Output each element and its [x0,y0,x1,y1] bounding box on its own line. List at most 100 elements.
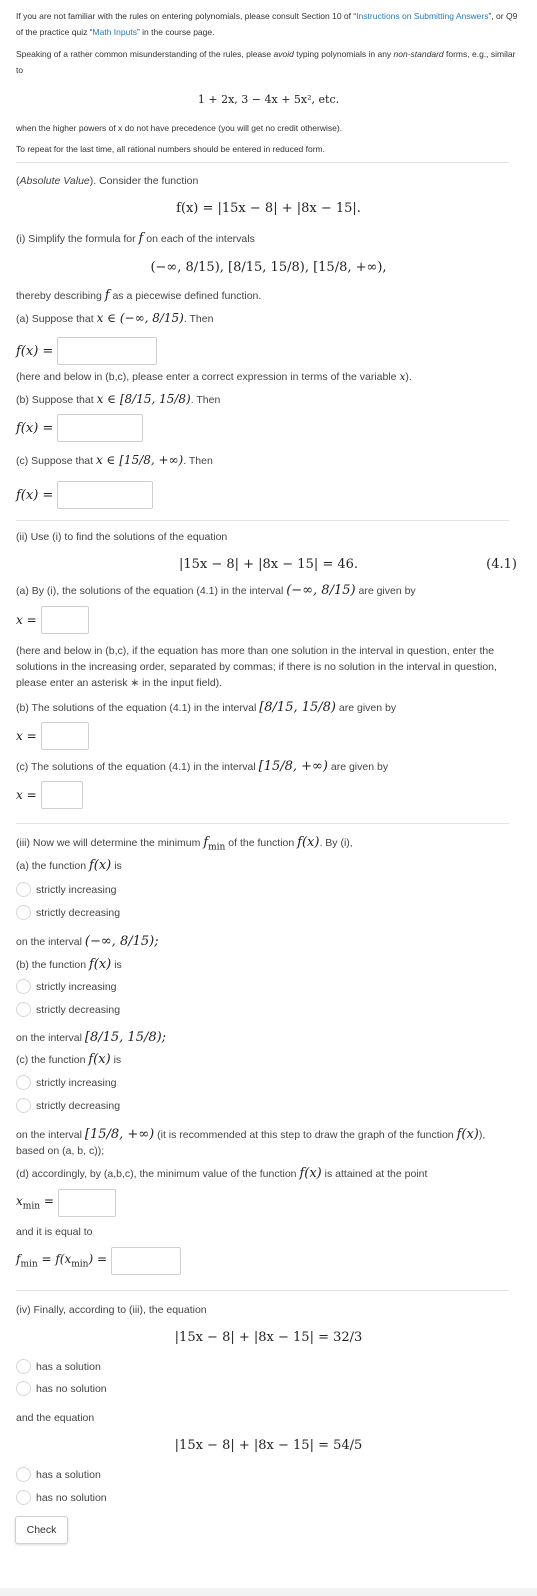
fmin-input[interactable] [111,1247,182,1275]
a-text: (a) the function [16,860,87,872]
part2-c-label: (c) The solutions of the equation (4.1) … [16,760,388,774]
radio-button[interactable] [16,979,31,994]
then-text: . Then [183,313,214,325]
fmin-end: ) = [88,1252,108,1267]
option-label: has a solution [36,1360,101,1373]
problem-header-rest: ). Consider the function [89,175,199,187]
radio-button[interactable] [16,1490,31,1505]
part2-b-input[interactable] [40,722,89,750]
divider [16,1290,509,1291]
option-label: strictly decreasing [36,1003,121,1016]
radio-button[interactable] [16,1098,31,1113]
part3-b-label: (b) the function f(x) is [16,958,122,972]
intro-p2-avoid: avoid [273,49,294,59]
a-interval: (−∞, 8/15) [286,583,356,598]
part3-b-interval: on the interval [8/15, 15/8); [16,1031,166,1045]
example-polynomials: 1 + 2x, 3 − 4x + 5x², etc. [197,93,340,106]
part2-a-input[interactable] [40,606,89,634]
b-text: (b) the function [16,959,87,971]
is-text: is [114,860,122,872]
part1-b-input[interactable] [57,414,144,442]
part3-c-option-decreasing[interactable]: strictly decreasing [16,1098,120,1113]
d-text: (d) accordingly, by (a,b,c), the minimum… [16,1168,297,1180]
divider [16,520,509,521]
part1-a-answer-row: f(x) = [16,337,158,365]
part2-c-input[interactable] [40,781,83,809]
a-end: are given by [358,585,416,597]
fx-label: f(x) = [16,420,54,436]
fx-symbol: f(x) [299,1166,322,1181]
radio-button[interactable] [16,1075,31,1090]
intervals: (−∞, 8/15), [8/15, 15/8), [15/8, +∞), [150,260,387,275]
option-label: has no solution [36,1382,107,1395]
part3-c-interval: on the interval [15/8, +∞) (it is recomm… [16,1127,516,1159]
radio-button[interactable] [16,905,31,920]
c-interval: x ∈ [15/8, +∞) [95,453,184,467]
b-text: (b) Suppose that [16,394,94,406]
part1-a-input[interactable] [57,337,158,365]
fx-label: f(x) = [16,343,54,359]
part3-d-label: (d) accordingly, by (a,b,c), the minimum… [16,1167,427,1181]
part3-a-option-decreasing[interactable]: strictly decreasing [16,905,120,920]
radio-button[interactable] [16,882,31,897]
equation-54-5: |15x − 8| + |8x − 15| = 54/5 [174,1438,363,1453]
part3-c-label: (c) the function f(x) is [16,1053,121,1067]
equation-number: (4.1) [486,557,517,572]
on-interval: on the interval [16,1129,82,1141]
part3-b-option-decreasing[interactable]: strictly decreasing [16,1002,120,1017]
intro-c: . By (i), [319,837,353,849]
part3-a-option-increasing[interactable]: strictly increasing [16,882,117,897]
f-symbol: f [138,231,144,246]
intro-p3: when the higher powers of x do not have … [16,123,343,133]
part1-c-label: (c) Suppose that x ∈ [15/8, +∞). Then [16,453,213,468]
note-end: ). [405,371,412,383]
problem-topic: Absolute Value [19,175,90,187]
intro-p1-pre: If you are not familiar with the rules o… [16,11,357,21]
eq1-option-has-solution[interactable]: has a solution [16,1359,101,1374]
radio-button[interactable] [16,1381,31,1396]
eq1-option-no-solution[interactable]: has no solution [16,1381,107,1396]
part1-c-answer-row: f(x) = [16,481,154,509]
divider [16,162,509,163]
then-text: . Then [183,455,213,467]
xmin-input[interactable] [57,1189,116,1217]
fmin-sub: min [208,842,226,853]
intro-text: If you are not familiar with the rules o… [16,0,521,157]
b-interval: x ∈ [8/15, 15/8) [96,392,191,406]
a-interval: x ∈ (−∞, 8/15) [96,311,184,325]
interval-b: [8/15, 15/8); [84,1030,167,1045]
math-inputs-link[interactable]: Math Inputs [93,27,137,37]
interval-a: (−∞, 8/15); [84,934,159,949]
fmin-sub: min [20,1259,38,1270]
part1-c-input[interactable] [57,481,154,509]
radio-button[interactable] [16,1467,31,1482]
radio-button[interactable] [16,1359,31,1374]
interval-c: [15/8, +∞) [84,1127,155,1142]
part3-c-option-increasing[interactable]: strictly increasing [16,1075,117,1090]
intro-a: (iii) Now we will determine the minimum [16,837,201,849]
quiz-page: If you are not familiar with the rules o… [0,0,537,1596]
part1-note: (here and below in (b,c), please enter a… [16,370,412,384]
eq2-option-no-solution[interactable]: has no solution [16,1490,107,1505]
a-text: (a) By (i), the solutions of the equatio… [16,585,284,597]
fx-symbol: f(x) [88,957,112,972]
xmin-sub: min [22,1201,40,1212]
eq2-option-has-solution[interactable]: has a solution [16,1467,101,1482]
fmin-label: fmin = f(xmin) = [16,1252,107,1269]
then-text: . Then [190,394,221,406]
x-label: x = [16,729,37,743]
option-label: strictly increasing [36,1076,117,1089]
graph-note: (it is recommended at this step to draw … [157,1129,454,1141]
part3-b-option-increasing[interactable]: strictly increasing [16,979,117,994]
part1-intro: (i) Simplify the formula for f on each o… [16,232,255,246]
radio-button[interactable] [16,1002,31,1017]
fx-symbol: f(x) [88,858,112,873]
part1-a-label: (a) Suppose that x ∈ (−∞, 8/15). Then [16,311,213,326]
c-text: (c) the function [16,1054,86,1066]
fx-label: f(x) = [16,487,54,503]
check-button[interactable]: Check [15,1516,68,1544]
instructions-link[interactable]: Instructions on Submitting Answers [356,11,488,21]
divider [16,823,509,824]
part4-intro: (iv) Finally, according to (iii), the eq… [16,1304,207,1316]
xmin-x: x [16,1194,23,1209]
